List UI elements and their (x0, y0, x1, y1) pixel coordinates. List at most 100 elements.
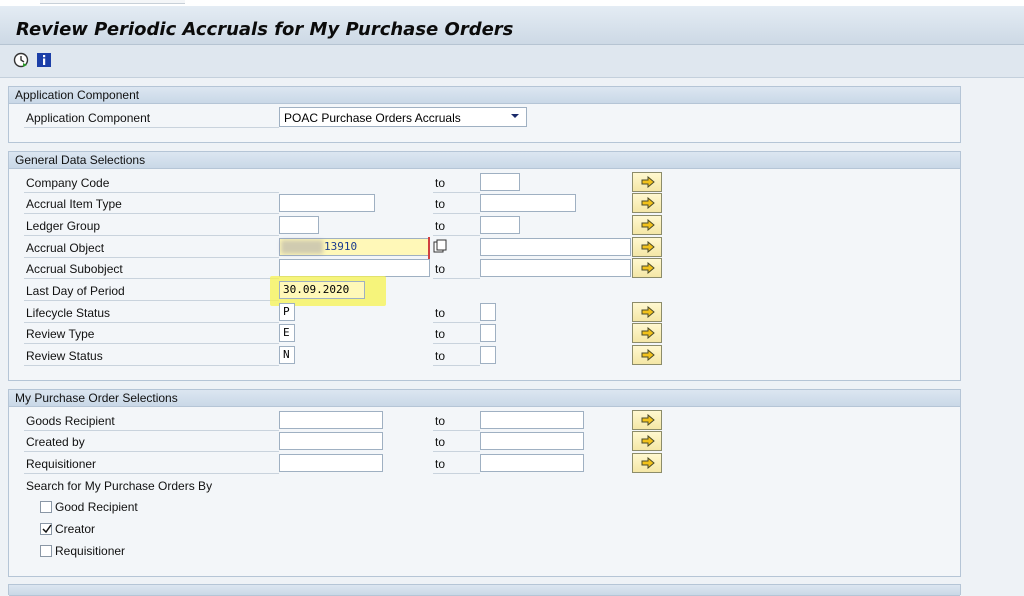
last-day-of-period-field[interactable]: 30.09.2020 (279, 281, 365, 299)
created-by-multiple-selection-button[interactable] (632, 431, 662, 451)
label-goods-recipient: Goods Recipient (26, 414, 115, 428)
row-line (24, 257, 279, 258)
label-to: to (435, 262, 446, 276)
review-status-to-field[interactable] (480, 346, 496, 364)
accrual-subobject-to-field[interactable] (480, 259, 631, 277)
group-header: General Data Selections (9, 152, 960, 169)
label-review-status: Review Status (26, 349, 103, 363)
label-accrual-item-type: Accrual Item Type (26, 197, 122, 211)
creator-checkbox[interactable] (40, 523, 52, 535)
goods-recipient-from-field[interactable] (279, 411, 383, 429)
accrual-subobject-from-field[interactable] (279, 259, 430, 277)
label-accrual-object: Accrual Object (26, 241, 105, 255)
label-requisitioner: Requisitioner (26, 457, 97, 471)
ledger-group-to-field[interactable] (480, 216, 520, 234)
goods-recipient-to-field[interactable] (480, 411, 584, 429)
label-to: to (435, 219, 446, 233)
created-by-to-field[interactable] (480, 432, 584, 450)
review-type-multiple-selection-button[interactable] (632, 323, 662, 343)
row-line (433, 322, 480, 323)
label-to: to (435, 306, 446, 320)
label-to: to (435, 414, 446, 428)
group-header: Application Component (9, 87, 960, 104)
label-ledger-group: Ledger Group (26, 219, 101, 233)
clock-execute-icon[interactable] (13, 52, 29, 68)
required-field-marker (428, 237, 430, 259)
review-status-from-field[interactable]: N (279, 346, 295, 364)
row-line (433, 343, 480, 344)
created-by-from-field[interactable] (279, 432, 383, 450)
accrual-subobject-multiple-selection-button[interactable] (632, 258, 662, 278)
lifecycle-status-to-field[interactable] (480, 303, 496, 321)
row-line (24, 473, 279, 474)
row-line (433, 473, 480, 474)
row-line (433, 235, 480, 236)
label-created-by: Created by (26, 435, 85, 449)
arrow-right-icon (641, 197, 655, 209)
lifecycle-status-multiple-selection-button[interactable] (632, 302, 662, 322)
arrow-right-icon (641, 414, 655, 426)
label-creator: Creator (55, 522, 96, 536)
row-line (24, 343, 279, 344)
review-type-from-field[interactable]: E (279, 324, 295, 342)
requisitioner-checkbox[interactable] (40, 545, 52, 557)
copy-icon[interactable] (433, 239, 447, 253)
ledger-group-multiple-selection-button[interactable] (632, 215, 662, 235)
arrow-right-icon (641, 219, 655, 231)
row-line (24, 213, 279, 214)
row-line (24, 278, 279, 279)
group-header: My Purchase Order Selections (9, 390, 960, 407)
checkmark-icon (42, 524, 52, 534)
group-other-selections (8, 584, 961, 596)
requisitioner-to-field[interactable] (480, 454, 584, 472)
toolbar (0, 45, 1024, 78)
arrow-right-icon (641, 349, 655, 361)
requisitioner-from-field[interactable] (279, 454, 383, 472)
label-to: to (435, 435, 446, 449)
label-to: to (435, 176, 446, 190)
company-code-to-field[interactable] (480, 173, 520, 191)
review-status-multiple-selection-button[interactable] (632, 345, 662, 365)
arrow-right-icon (641, 176, 655, 188)
accrual-object-multiple-selection-button[interactable] (632, 237, 662, 257)
row-line (24, 235, 279, 236)
review-type-to-field[interactable] (480, 324, 496, 342)
arrow-right-icon (641, 457, 655, 469)
arrow-right-icon (641, 327, 655, 339)
arrow-right-icon (641, 435, 655, 447)
accrual-item-type-to-field[interactable] (480, 194, 576, 212)
label-review-type: Review Type (26, 327, 95, 341)
info-icon[interactable] (36, 52, 52, 68)
label-good-recipient: Good Recipient (55, 500, 138, 514)
label-to: to (435, 197, 446, 211)
accrual-item-type-multiple-selection-button[interactable] (632, 193, 662, 213)
company-code-multiple-selection-button[interactable] (632, 172, 662, 192)
accrual-item-type-from-field[interactable] (279, 194, 375, 212)
row-line (433, 213, 480, 214)
accrual-object-to-field[interactable] (480, 238, 631, 256)
label-requisitioner-option: Requisitioner (55, 544, 126, 558)
group-title: My Purchase Order Selections (15, 391, 178, 405)
row-line (433, 365, 480, 366)
row-line (24, 451, 279, 452)
dropdown-value: POAC Purchase Orders Accruals (284, 111, 461, 125)
chevron-down-icon (511, 114, 519, 118)
browser-tab-stub[interactable] (40, 0, 185, 4)
label-application-component: Application Component (26, 111, 151, 125)
requisitioner-multiple-selection-button[interactable] (632, 453, 662, 473)
good-recipient-checkbox[interactable] (40, 501, 52, 513)
title-bar: Review Periodic Accruals for My Purchase… (0, 6, 1024, 45)
label-search-for-my-purchase-orders-by: Search for My Purchase Orders By (26, 479, 213, 493)
redacted-prefix (281, 240, 323, 254)
company-code-from-field[interactable] (279, 173, 337, 191)
application-component-dropdown[interactable]: POAC Purchase Orders Accruals (279, 107, 527, 127)
ledger-group-from-field[interactable] (279, 216, 319, 234)
row-line (24, 430, 279, 431)
row-line (24, 322, 279, 323)
goods-recipient-multiple-selection-button[interactable] (632, 410, 662, 430)
group-header (9, 585, 960, 596)
row-line (433, 451, 480, 452)
lifecycle-status-from-field[interactable]: P (279, 303, 295, 321)
arrow-right-icon (641, 262, 655, 274)
row-line (24, 365, 279, 366)
